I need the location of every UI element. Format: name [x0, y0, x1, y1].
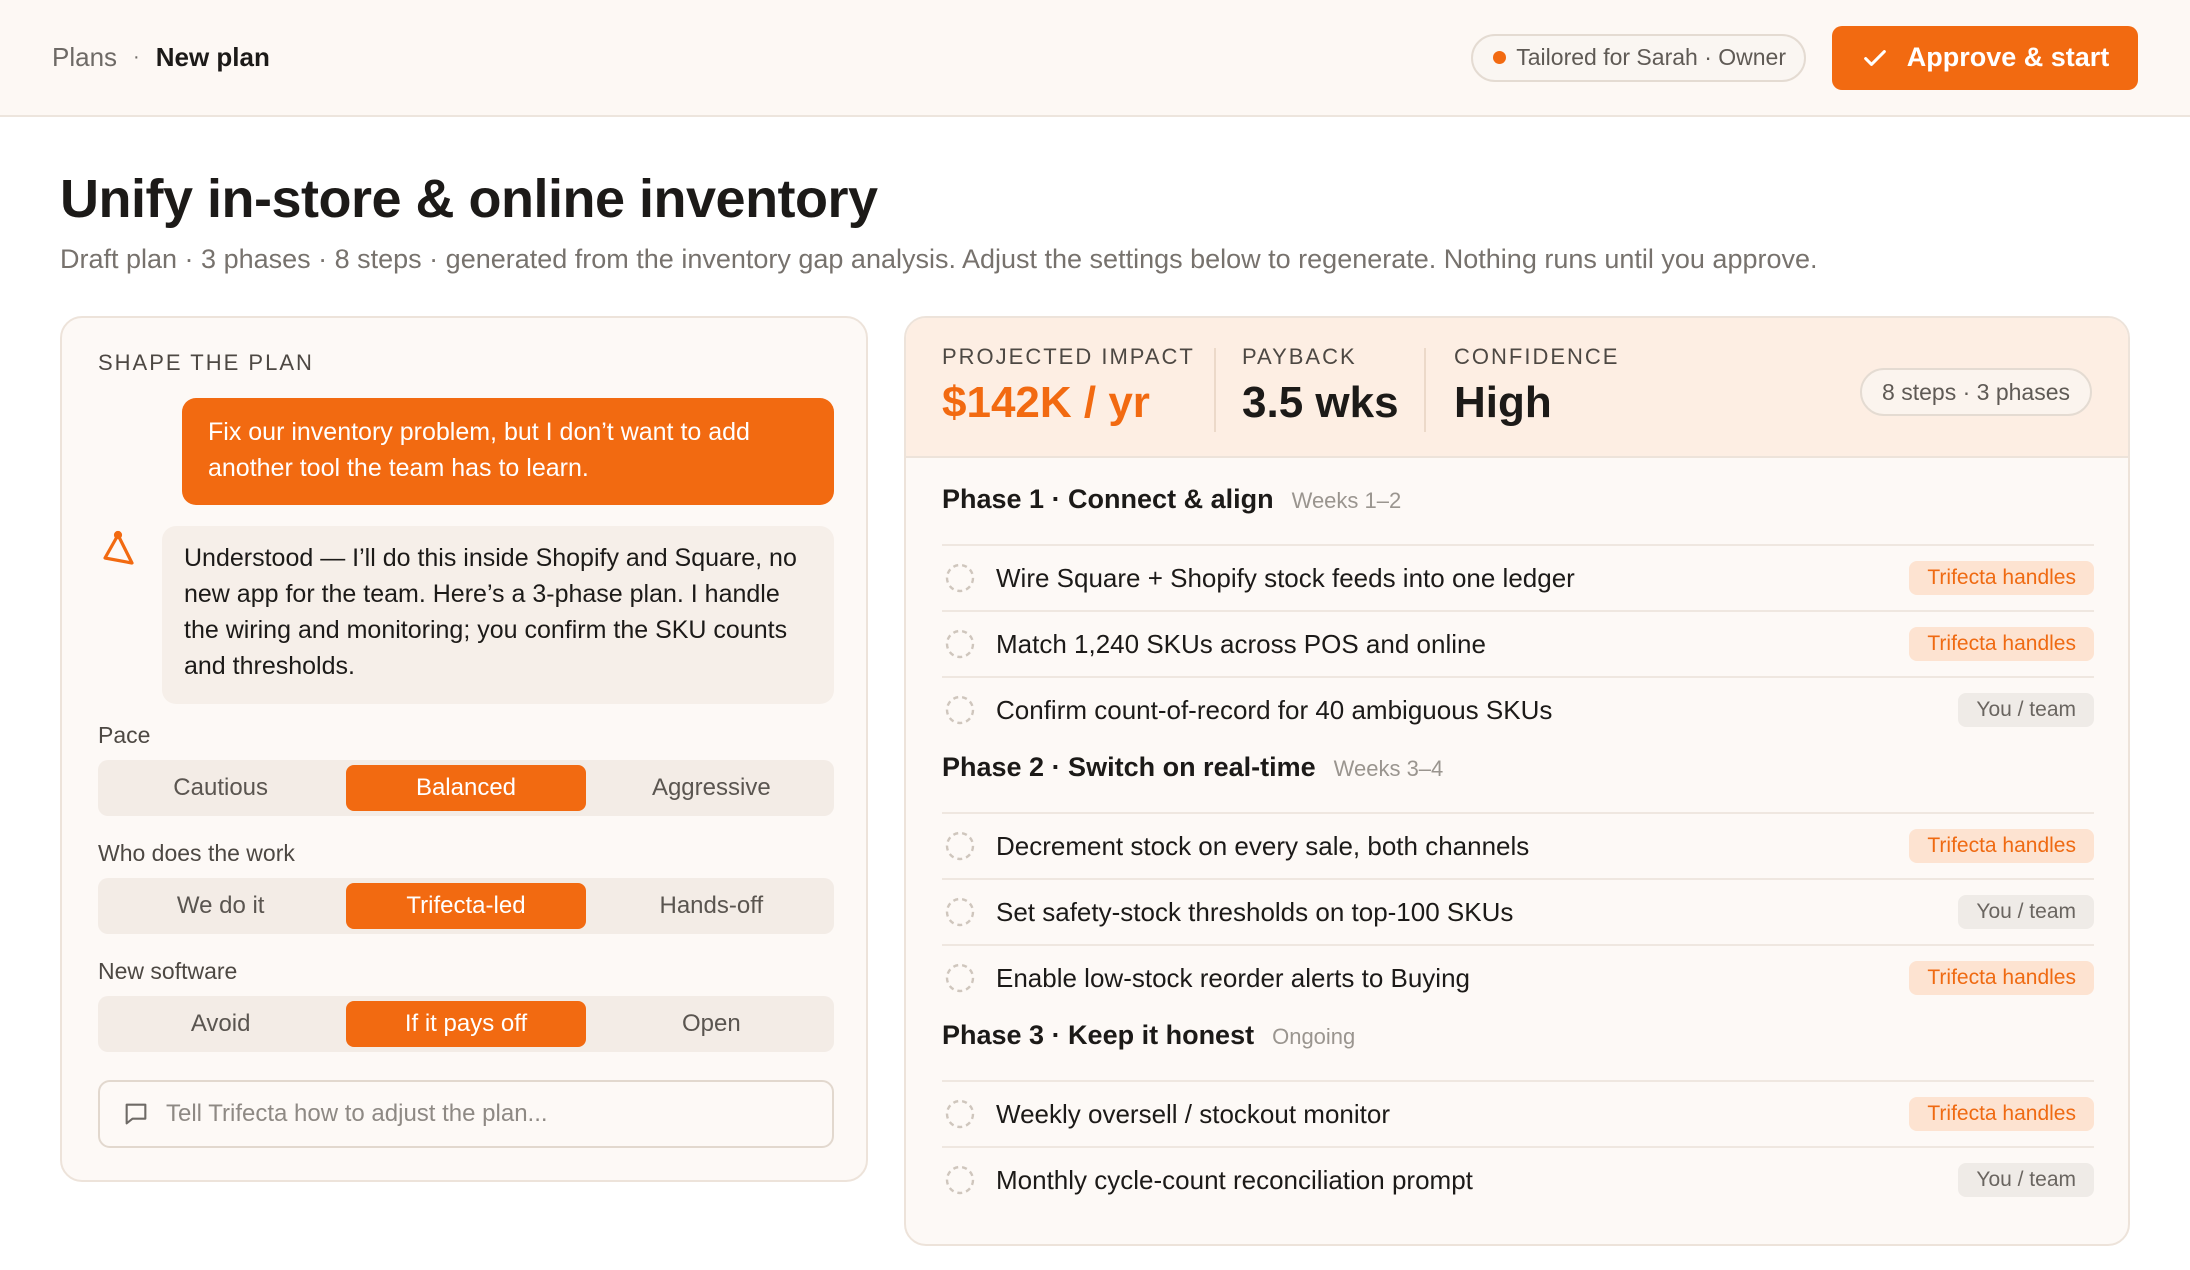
breadcrumb: Plans · New plan	[52, 42, 270, 73]
metric-payback: PAYBACK 3.5 wks	[1242, 344, 1399, 428]
shape-plan-heading: SHAPE THE PLAN	[98, 350, 314, 375]
phase-header: Phase 1 · Connect & align Weeks 1–2	[942, 484, 1401, 515]
phase-title: Phase 1 · Connect & align	[942, 484, 1274, 514]
phase-header: Phase 3 · Keep it honest Ongoing	[942, 1020, 1355, 1051]
pace-option-cautious[interactable]: Cautious	[101, 765, 340, 811]
step-owner-badge: You / team	[1958, 895, 2094, 929]
software-option-open[interactable]: Open	[592, 1001, 831, 1047]
phase-timing: Weeks 1–2	[1291, 488, 1402, 513]
plan-step-row[interactable]: Match 1,240 SKUs across POS and online Tr…	[942, 610, 2094, 676]
metric-divider	[1424, 348, 1426, 432]
phase-title: Phase 2 · Switch on real-time	[942, 752, 1316, 782]
chat-bubble-icon	[125, 1103, 147, 1125]
metric-confidence-value: High	[1454, 378, 1552, 427]
software-label: New software	[98, 958, 238, 984]
plan-step-row[interactable]: Set safety-stock thresholds on top-100 S…	[942, 878, 2094, 944]
user-message: Fix our inventory problem, but I don’t w…	[182, 398, 834, 505]
breadcrumb-current: New plan	[155, 42, 270, 72]
plan-step-row[interactable]: Decrement stock on every sale, both chan…	[942, 812, 2094, 878]
metric-divider	[1214, 348, 1216, 432]
metric-confidence: CONFIDENCE High	[1454, 344, 1619, 428]
plan-step-row[interactable]: Wire Square + Shopify stock feeds into o…	[942, 544, 2094, 610]
dashed-circle-icon	[945, 695, 975, 725]
who-label: Who does the work	[98, 840, 295, 866]
software-option-avoid[interactable]: Avoid	[101, 1001, 340, 1047]
metric-impact-label: PROJECTED IMPACT	[942, 344, 1195, 369]
step-text: Enable low-stock reorder alerts to Buyin…	[996, 962, 1471, 993]
step-text: Weekly oversell / stockout monitor	[996, 1098, 1390, 1129]
metric-confidence-label: CONFIDENCE	[1454, 344, 1620, 369]
software-option-if-it-pays-off[interactable]: If it pays off	[346, 1001, 586, 1047]
dashed-circle-icon	[945, 1165, 975, 1195]
step-text: Confirm count-of-record for 40 ambiguous…	[996, 694, 1553, 725]
phase-header: Phase 2 · Switch on real-time Weeks 3–4	[942, 752, 1443, 783]
tailored-text: Tailored for Sarah · Owner	[1516, 44, 1786, 70]
who-option-trifecta-led[interactable]: Trifecta-led	[346, 883, 586, 929]
phase-title: Phase 3 · Keep it honest	[942, 1020, 1255, 1050]
approve-start-button[interactable]: Approve & start	[1832, 25, 2138, 90]
dashed-circle-icon	[945, 563, 975, 593]
pace-label: Pace	[98, 722, 151, 748]
step-owner-badge: Trifecta handles	[1909, 961, 2094, 995]
metric-impact: PROJECTED IMPACT $142K / yr	[942, 344, 1195, 428]
trifecta-logo-icon	[103, 530, 134, 565]
metric-payback-value: 3.5 wks	[1242, 378, 1399, 427]
step-owner-badge: Trifecta handles	[1909, 561, 2094, 595]
who-option-hands-off[interactable]: Hands-off	[592, 883, 831, 929]
shape-plan-panel: SHAPE THE PLAN Fix our inventory problem…	[60, 316, 868, 1182]
page-subtitle: Draft plan · 3 phases · 8 steps · genera…	[60, 244, 1818, 274]
who-option-we-do-it[interactable]: We do it	[101, 883, 340, 929]
tailored-badge: Tailored for Sarah · Owner	[1471, 33, 1806, 82]
dashed-circle-icon	[945, 963, 975, 993]
breadcrumb-plans-link[interactable]: Plans	[52, 42, 117, 73]
step-text: Decrement stock on every sale, both chan…	[996, 830, 1530, 861]
steps-summary-badge: 8 steps · 3 phases	[1860, 368, 2092, 416]
dashed-circle-icon	[945, 831, 975, 861]
step-owner-badge: Trifecta handles	[1909, 1097, 2094, 1131]
top-bar: Plans · New plan Tailored for Sarah · Ow…	[0, 0, 2190, 117]
plan-step-row[interactable]: Weekly oversell / stockout monitor Trifec…	[942, 1080, 2094, 1146]
software-selector: Avoid If it pays off Open	[98, 996, 834, 1052]
step-owner-badge: Trifecta handles	[1909, 627, 2094, 661]
step-text: Match 1,240 SKUs across POS and online	[996, 628, 1486, 659]
phase-timing: Weeks 3–4	[1333, 756, 1444, 781]
metric-payback-label: PAYBACK	[1242, 344, 1357, 369]
assistant-message: Understood — I’ll do this inside Shopify…	[162, 526, 834, 704]
status-dot-icon	[1493, 51, 1507, 64]
dashed-circle-icon	[945, 629, 975, 659]
dashed-circle-icon	[945, 897, 975, 927]
approve-label: Approve & start	[1906, 42, 2110, 72]
step-owner-badge: Trifecta handles	[1909, 829, 2094, 863]
plan-step-row[interactable]: Confirm count-of-record for 40 ambiguous…	[942, 676, 2094, 742]
metrics-bar: PROJECTED IMPACT $142K / yr PAYBACK 3.5 …	[906, 318, 2128, 458]
pace-option-aggressive[interactable]: Aggressive	[592, 765, 831, 811]
plan-preview-panel: PROJECTED IMPACT $142K / yr PAYBACK 3.5 …	[904, 316, 2130, 1246]
step-owner-badge: You / team	[1958, 1163, 2094, 1197]
check-icon	[1863, 49, 1886, 66]
adjust-plan-placeholder: Tell Trifecta how to adjust the plan...	[166, 1100, 548, 1127]
step-text: Monthly cycle-count reconciliation promp…	[996, 1164, 1473, 1195]
step-text: Set safety-stock thresholds on top-100 S…	[996, 896, 1514, 927]
phase-timing: Ongoing	[1272, 1024, 1356, 1049]
pace-option-balanced[interactable]: Balanced	[346, 765, 586, 811]
breadcrumb-separator: ·	[133, 46, 140, 68]
dashed-circle-icon	[945, 1099, 975, 1129]
page-title: Unify in-store & online inventory	[60, 169, 878, 229]
plan-step-row[interactable]: Monthly cycle-count reconciliation promp…	[942, 1146, 2094, 1212]
metric-impact-value: $142K / yr	[942, 378, 1150, 427]
pace-selector: Cautious Balanced Aggressive	[98, 760, 834, 816]
adjust-plan-input[interactable]: Tell Trifecta how to adjust the plan...	[98, 1080, 834, 1148]
plan-step-row[interactable]: Enable low-stock reorder alerts to Buyin…	[942, 944, 2094, 1010]
step-text: Wire Square + Shopify stock feeds into o…	[996, 562, 1575, 593]
step-owner-badge: You / team	[1958, 693, 2094, 727]
who-selector: We do it Trifecta-led Hands-off	[98, 878, 834, 934]
